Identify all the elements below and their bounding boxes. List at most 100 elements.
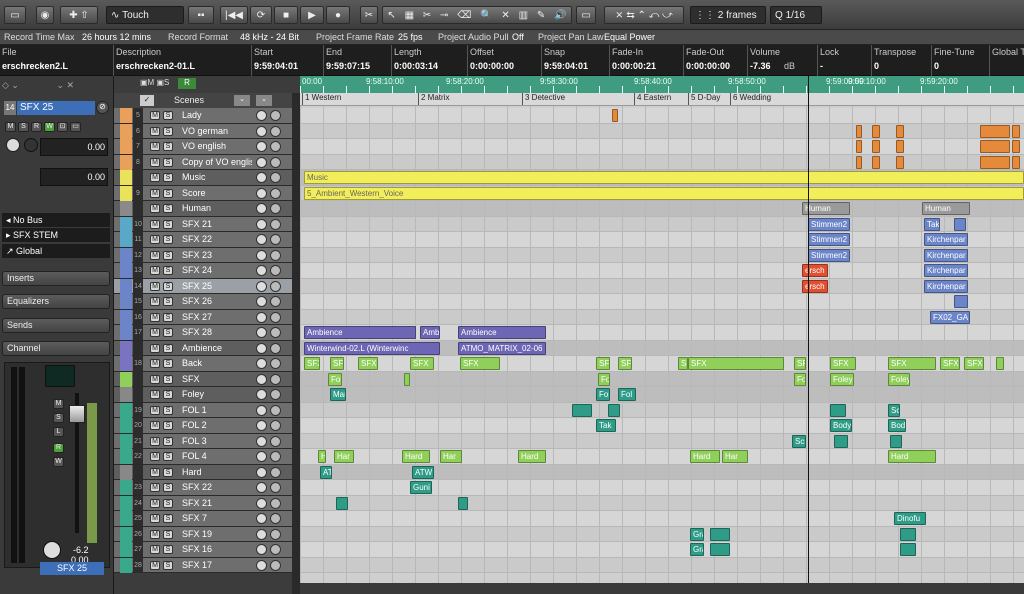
track-row[interactable]: 18 M S Back (114, 356, 294, 372)
audio-event[interactable] (1012, 124, 1020, 138)
audio-event[interactable]: Guni (410, 481, 432, 494)
track-record-button[interactable] (256, 559, 267, 571)
track-record-button[interactable] (256, 528, 267, 540)
track-monitor-button[interactable] (270, 451, 281, 462)
audio-event[interactable]: Ambience (304, 326, 416, 339)
audio-event[interactable]: Tak (596, 419, 616, 432)
track-record-button[interactable] (256, 296, 267, 307)
track-mute-button[interactable]: M (150, 142, 160, 151)
audio-event[interactable]: Hard (402, 450, 430, 463)
track-monitor-button[interactable] (270, 125, 281, 137)
audio-event[interactable] (980, 140, 1010, 153)
audio-event[interactable] (710, 527, 730, 541)
track-color[interactable] (120, 216, 132, 232)
track-solo-button[interactable]: S (163, 266, 173, 275)
audio-event[interactable]: Fol (618, 388, 636, 401)
track-row[interactable]: M S Foley (114, 387, 294, 403)
automation-mode-select[interactable]: ∿ Touch (106, 6, 184, 24)
routing-input[interactable]: ◂ No Bus (2, 213, 110, 227)
audio-event[interactable]: ersch (802, 264, 828, 277)
info-value[interactable]: 0:00:00:00 (470, 61, 514, 71)
audio-event[interactable] (996, 357, 1004, 370)
track-monitor-button[interactable] (270, 435, 281, 447)
audio-event[interactable]: Kirchenpar (924, 233, 968, 246)
edit-channel-icon[interactable]: ⊘ (96, 101, 109, 114)
audio-event[interactable]: SFX (964, 357, 984, 370)
channel-read-button[interactable]: R (53, 443, 64, 453)
mute-button[interactable]: M (5, 122, 16, 132)
track-monitor-button[interactable] (270, 265, 281, 276)
mode-icon[interactable]: ▪▪ (188, 6, 214, 24)
track-lane[interactable] (300, 495, 1024, 511)
audio-event[interactable]: Hard (888, 450, 936, 463)
audio-event[interactable] (336, 496, 348, 510)
audio-event[interactable]: SFX (330, 357, 344, 370)
track-row[interactable]: 15 M S SFX 26 (114, 294, 294, 310)
audio-event[interactable]: SFX (460, 357, 500, 370)
audio-event[interactable] (404, 372, 410, 386)
track-row[interactable]: 5 M S Lady (114, 108, 294, 124)
track-mute-button[interactable]: M (150, 204, 160, 213)
track-record-button[interactable] (256, 203, 267, 214)
audio-event[interactable] (896, 155, 904, 169)
state-icon[interactable]: ◉ (36, 6, 54, 24)
track-row[interactable]: 20 M S FOL 2 (114, 418, 294, 434)
track-color[interactable] (120, 526, 132, 542)
track-color[interactable] (120, 495, 132, 511)
track-color[interactable] (120, 108, 132, 123)
time-ruler[interactable]: 00:00 9:58:10:00 9:58:20:00 9:58:30:00 9:58:… (300, 76, 1024, 93)
automation-tools[interactable]: ✚ ⇧ (60, 6, 98, 24)
audio-event[interactable] (612, 109, 618, 122)
track-monitor-button[interactable] (270, 327, 281, 338)
audio-event[interactable] (856, 140, 862, 153)
track-mute-button[interactable]: M (150, 529, 160, 539)
track-color[interactable] (120, 371, 132, 387)
scissors-tool-icon[interactable]: ✂ (423, 10, 431, 21)
track-record-button[interactable] (256, 513, 267, 524)
track-monitor-button[interactable] (270, 311, 281, 323)
track-record-button[interactable] (256, 466, 267, 478)
track-color[interactable] (120, 433, 132, 449)
track-row[interactable]: 8 M S Copy of VO englis (114, 154, 294, 170)
track-monitor-button[interactable] (270, 296, 281, 307)
track-row[interactable]: 11 M S SFX 22 (114, 232, 294, 248)
track-mute-button[interactable]: M (150, 467, 160, 477)
track-mute-button[interactable]: M (150, 188, 160, 198)
audio-event[interactable]: Dinofu (894, 512, 926, 525)
track-monitor-button[interactable] (270, 482, 281, 493)
track-solo-button[interactable]: S (163, 204, 173, 213)
audio-event[interactable]: Foley (830, 372, 854, 386)
audio-event[interactable] (458, 496, 468, 510)
rewind-button[interactable]: |◀◀ (220, 6, 248, 24)
track-color[interactable] (120, 511, 132, 526)
track-mute-button[interactable]: M (150, 126, 160, 136)
audio-event[interactable]: Stimmen2 (808, 248, 850, 262)
track-solo-button[interactable]: S (163, 436, 173, 446)
track-solo-button[interactable]: S (163, 142, 173, 151)
track-lane[interactable] (300, 247, 1024, 263)
audio-event[interactable]: Gra (690, 527, 704, 541)
track-row[interactable]: 7 M S VO english (114, 139, 294, 155)
track-monitor-button[interactable] (270, 156, 281, 168)
pan-field[interactable]: 0.00 (40, 168, 108, 186)
audio-event[interactable]: SFX (618, 357, 632, 370)
track-row[interactable]: 24 M S SFX 21 (114, 495, 294, 511)
audio-event[interactable]: Fo (598, 372, 610, 386)
audio-event[interactable]: Har (334, 450, 354, 463)
track-solo-button[interactable]: S (163, 188, 173, 198)
track-monitor-button[interactable] (270, 404, 281, 416)
tool-palette[interactable]: ↖ ▦ ✂ ⊸ ⌫ 🔍 ✕ ▥ ✎ 🔊 (382, 6, 572, 24)
audio-event[interactable]: Bod (888, 419, 906, 432)
track-color[interactable] (120, 278, 132, 294)
audio-event[interactable]: SFX (940, 357, 960, 370)
track-record-button[interactable] (256, 544, 267, 555)
track-lane[interactable] (300, 480, 1024, 496)
track-mute-button[interactable]: M (150, 452, 160, 461)
audio-event[interactable]: Har (722, 450, 748, 463)
track-lane[interactable] (300, 232, 1024, 248)
zoom-tool-icon[interactable]: 🔍 (480, 10, 492, 21)
track-monitor-button[interactable] (270, 544, 281, 555)
track-monitor-button[interactable] (270, 420, 281, 431)
scene-add-button[interactable]: ⌄ (234, 95, 250, 106)
track-mute-button[interactable]: M (150, 374, 160, 384)
